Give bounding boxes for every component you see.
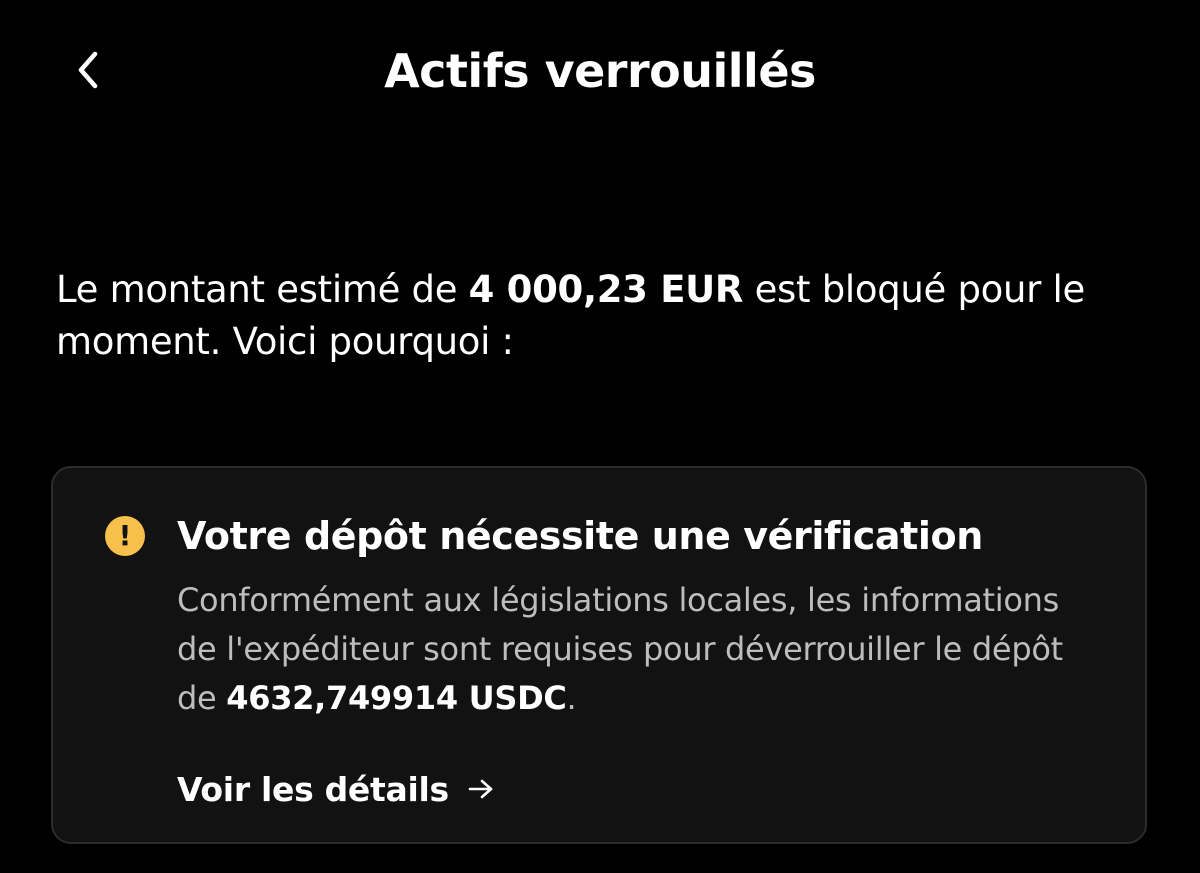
locked-amount-description: Le montant estimé de 4 000,23 EUR est bl… (56, 264, 1146, 368)
verification-card: ! Votre dépôt nécessite une vérification… (51, 466, 1147, 844)
page-title: Actifs verrouillés (384, 44, 816, 98)
card-title: Votre dépôt nécessite une vérification (177, 514, 983, 558)
intro-text-before: Le montant estimé de (56, 268, 469, 311)
deposit-amount: 4632,749914 USDC (226, 679, 567, 717)
header-bar: Actifs verrouillés (0, 0, 1200, 140)
view-details-label: Voir les détails (177, 769, 449, 809)
card-description: Conformément aux législations locales, l… (177, 576, 1077, 723)
arrow-right-icon (467, 778, 495, 800)
card-body-after: . (566, 679, 577, 717)
warning-icon: ! (105, 516, 145, 556)
locked-amount: 4 000,23 EUR (468, 268, 744, 311)
view-details-link[interactable]: Voir les détails (177, 764, 495, 814)
warning-glyph: ! (118, 519, 132, 552)
